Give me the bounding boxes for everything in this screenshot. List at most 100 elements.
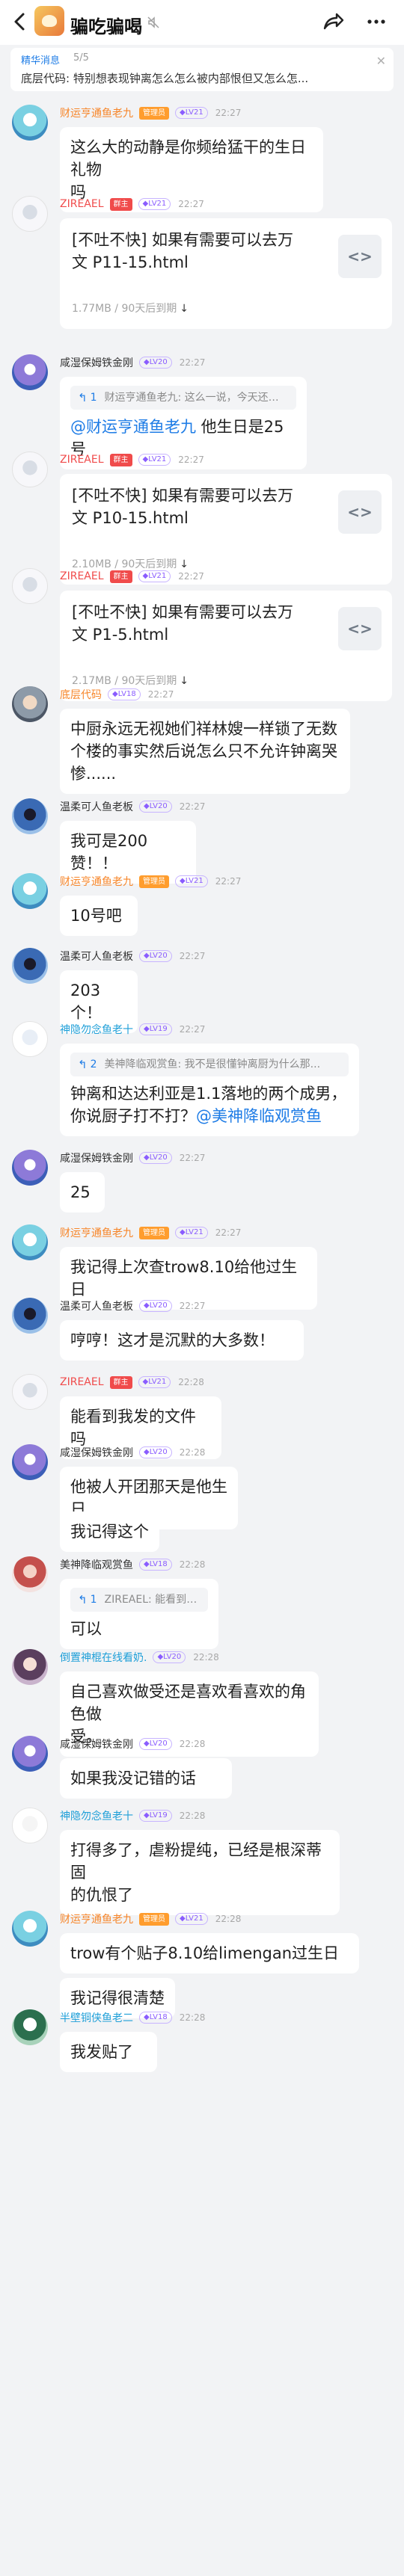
message-bubble[interactable]: 打得多了，虐粉提纯，已经是根深蒂固 的仇恨了	[60, 1830, 340, 1915]
level-badge: LV20	[139, 801, 172, 813]
file-card[interactable]: [不吐不快] 如果有需要可以去万文 P1-5.html <> 2.17MB / 90…	[60, 591, 392, 701]
avatar[interactable]	[12, 1021, 48, 1057]
level-badge: LV21	[175, 1227, 208, 1239]
sender-name[interactable]: 咸湿保姆铁金刚	[60, 1445, 133, 1460]
file-name-line: [不吐不快] 如果有需要可以去万	[72, 603, 294, 621]
avatar[interactable]	[12, 452, 48, 487]
sender-name[interactable]: 底层代码	[60, 687, 102, 702]
sender-name[interactable]: 美神降临观赏鱼	[60, 1557, 133, 1572]
avatar[interactable]	[12, 105, 48, 141]
message-meta: 半壁铜侠鱼老二 LV18 22:28	[60, 2009, 205, 2026]
file-meta: 1.77MB / 90天后到期 ↓	[72, 301, 189, 315]
level-badge: LV21	[138, 454, 171, 466]
sender-name[interactable]: 倒置神棍在线看奶.	[60, 1650, 147, 1665]
more-dots-icon[interactable]	[364, 9, 389, 34]
file-name: [不吐不快] 如果有需要可以去万文 P11-15.html	[72, 229, 319, 274]
sender-name[interactable]: 财运亨通鱼老九	[60, 1911, 133, 1926]
level-badge: LV20	[139, 1300, 172, 1312]
avatar[interactable]	[12, 568, 48, 604]
level-badge: LV18	[139, 1559, 172, 1571]
message-meta: 咸湿保姆铁金刚 LV20 22:28	[60, 1736, 205, 1752]
message-text: 自己喜欢做受还是喜欢看喜欢的角色做	[70, 1683, 306, 1723]
message-bubble[interactable]: 25	[60, 1172, 105, 1212]
level-badge: LV18	[139, 2012, 172, 2024]
avatar[interactable]	[12, 1150, 48, 1186]
download-icon[interactable]: ↓	[180, 675, 189, 687]
avatar[interactable]	[12, 196, 48, 232]
sender-name[interactable]: 温柔可人鱼老板	[60, 1298, 133, 1313]
timestamp: 22:27	[178, 199, 204, 209]
file-name-line: 文 P11-15.html	[72, 253, 189, 271]
quoted-reply[interactable]: ↰ 2 美神降临观赏鱼: 我不是很懂钟离厨为什么那...	[70, 1053, 349, 1076]
quoted-reply[interactable]: ↰1 财运亨通鱼老九: 这么一说，今天还是李瑞于...	[70, 386, 296, 410]
sender-name[interactable]: ZIREAEL	[60, 1376, 104, 1388]
message-text: 哼哼！这才是沉默的大多数！	[70, 1331, 275, 1349]
message-meta: 倒置神棍在线看奶. LV20 22:28	[60, 1649, 219, 1666]
avatar[interactable]	[12, 1736, 48, 1772]
message-bubble[interactable]: 哼哼！这才是沉默的大多数！	[60, 1320, 304, 1361]
share-icon[interactable]	[320, 9, 346, 34]
avatar[interactable]	[12, 1298, 48, 1334]
timestamp: 22:27	[179, 951, 206, 961]
close-icon[interactable]: ✕	[376, 54, 386, 68]
message-text: 你说厨子打不打？@美神降临观赏鱼	[70, 1107, 322, 1125]
avatar[interactable]	[12, 1374, 48, 1410]
avatar[interactable]	[12, 1911, 48, 1947]
message-bubble[interactable]: trow有个贴子8.10给limengan过生日	[60, 1933, 359, 1973]
avatar[interactable]	[12, 873, 48, 909]
file-card[interactable]: [不吐不快] 如果有需要可以去万文 P11-15.html <> 1.77MB / …	[60, 218, 392, 329]
message-bubble[interactable]: 如果我没记错的话	[60, 1758, 232, 1799]
message-meta: ZIREAEL 群主 LV21 22:27	[60, 196, 204, 212]
message-bubble[interactable]: 中厨永远无视她们祥林嫂一样锁了无数 个楼的事实然后说怎么只不允许钟离哭 惨.....…	[60, 709, 350, 794]
message-meta: ZIREAEL 群主 LV21 22:27	[60, 568, 204, 585]
level-badge: LV20	[139, 950, 172, 962]
level-badge: LV21	[138, 570, 171, 582]
sender-name[interactable]: ZIREAEL	[60, 570, 104, 582]
avatar[interactable]	[12, 1649, 48, 1685]
avatar[interactable]	[12, 1224, 48, 1260]
sender-name[interactable]: 财运亨通鱼老九	[60, 105, 133, 120]
avatar[interactable]	[12, 354, 48, 390]
sender-name[interactable]: ZIREAEL	[60, 198, 104, 210]
group-avatar[interactable]	[34, 6, 64, 36]
avatar[interactable]	[12, 948, 48, 984]
sender-name[interactable]: 咸湿保姆铁金刚	[60, 1150, 133, 1165]
level-badge: LV19	[139, 1023, 172, 1035]
timestamp: 22:27	[215, 108, 242, 118]
avatar[interactable]	[12, 686, 48, 722]
chevron-left-icon[interactable]	[9, 10, 31, 33]
message-bubble[interactable]: ↰ 2 美神降临观赏鱼: 我不是很懂钟离厨为什么那... 钟离和达达利亚是1.1落地的…	[60, 1044, 359, 1136]
avatar[interactable]	[12, 1444, 48, 1480]
avatar[interactable]	[12, 798, 48, 834]
message-text: 我记得很清楚	[70, 1989, 165, 2007]
download-icon[interactable]: ↓	[180, 303, 189, 315]
sender-name[interactable]: 神隐勿念鱼老十	[60, 1808, 133, 1823]
message-text: 25	[70, 1183, 91, 1201]
sender-name[interactable]: 财运亨通鱼老九	[60, 874, 133, 889]
sender-name[interactable]: 温柔可人鱼老板	[60, 949, 133, 964]
sender-name[interactable]: 神隐勿念鱼老十	[60, 1022, 133, 1037]
message-text: 这么大的动静是你频给猛干的生日礼物	[70, 138, 306, 179]
quoted-reply[interactable]: ↰1 ZIREAEL: 能看到我发的文件吗	[70, 1588, 208, 1612]
message-bubble[interactable]: ↰1 ZIREAEL: 能看到我发的文件吗可以	[60, 1579, 218, 1649]
timestamp: 22:27	[178, 455, 204, 465]
message-bubble[interactable]: 我记得这个	[60, 1512, 159, 1552]
mention-link[interactable]: @财运亨通鱼老九	[70, 418, 196, 436]
avatar[interactable]	[12, 2009, 48, 2045]
sender-name[interactable]: 财运亨通鱼老九	[60, 1225, 133, 1240]
sender-name[interactable]: 温柔可人鱼老板	[60, 799, 133, 814]
sender-name[interactable]: 咸湿保姆铁金刚	[60, 1737, 133, 1751]
sender-name[interactable]: 咸湿保姆铁金刚	[60, 355, 133, 370]
avatar[interactable]	[12, 1808, 48, 1843]
avatar[interactable]	[12, 1556, 48, 1592]
sender-name[interactable]: 半壁铜侠鱼老二	[60, 2010, 133, 2025]
pinned-message-bar[interactable]: 精华消息 5/5 ✕ 底层代码: 特别想表现钟离怎么怎么被内部恨但又怎么怎...	[10, 48, 394, 91]
mention-link[interactable]: @美神降临观赏鱼	[196, 1107, 322, 1125]
sender-name[interactable]: ZIREAEL	[60, 454, 104, 466]
message-meta: 温柔可人鱼老板 LV20 22:27	[60, 948, 205, 964]
reply-arrow-icon: ↰	[78, 1058, 88, 1071]
message-text: trow有个贴子8.10给limengan过生日	[70, 1944, 340, 1962]
message-bubble[interactable]: 10号吧	[60, 896, 138, 936]
message-meta: 神隐勿念鱼老十 LV19 22:27	[60, 1021, 205, 1038]
message-bubble[interactable]: 我发贴了	[60, 2032, 157, 2072]
